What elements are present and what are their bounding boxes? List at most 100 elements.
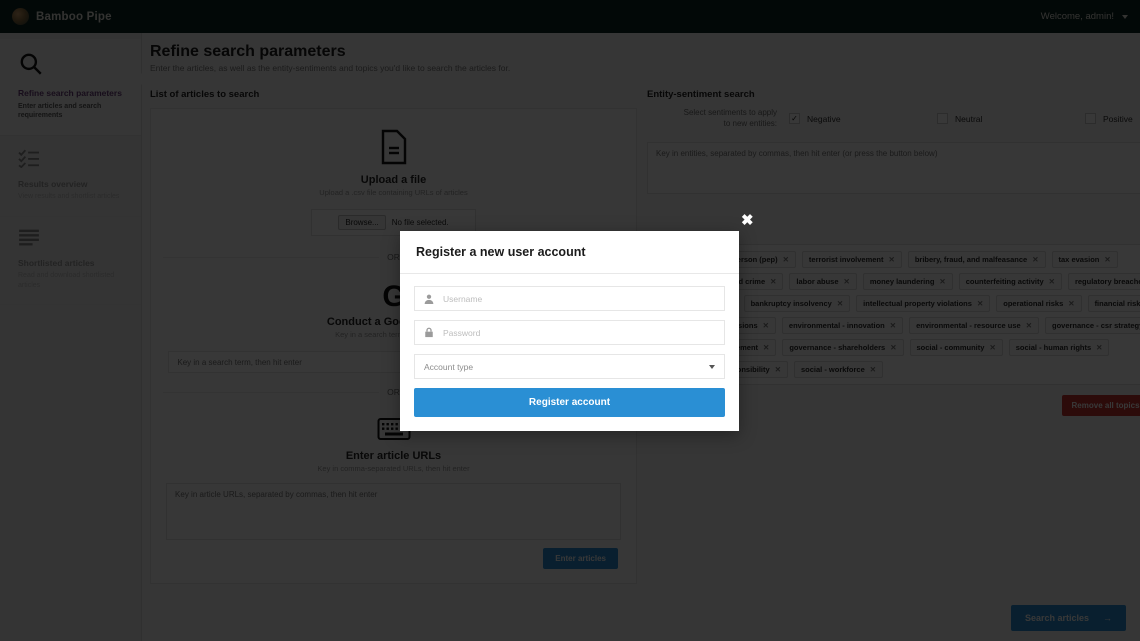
list-lines-icon [18, 229, 131, 252]
topic-tag-label: money laundering [869, 276, 935, 286]
account-type-select[interactable]: Account type [414, 354, 725, 379]
checkbox-neutral-box[interactable] [937, 113, 948, 125]
brand-name: Bamboo Pipe [36, 10, 112, 23]
remove-topic-icon[interactable]: ✕ [775, 365, 781, 374]
user-icon [424, 294, 434, 304]
enter-articles-button[interactable]: Enter articles [543, 548, 618, 569]
topic-tag[interactable]: regulatory breaches✕ [1067, 272, 1140, 290]
topic-tag-label: environmental - innovation [788, 320, 885, 330]
remove-topic-icon[interactable]: ✕ [1068, 299, 1074, 308]
top-header-bar: Bamboo Pipe Welcome, admin! [0, 0, 1140, 33]
browse-button[interactable]: Browse... [338, 215, 386, 230]
brand[interactable]: Bamboo Pipe [12, 8, 112, 25]
sentiment-instruction: Select sentiments to apply to new entiti… [647, 108, 789, 130]
sentiment-instruction-line1: Select sentiments to apply [683, 108, 777, 117]
checkbox-positive[interactable]: Positive [1085, 113, 1140, 125]
register-modal-header: Register a new user account [400, 231, 739, 274]
remove-all-topics-button[interactable]: Remove all topics [1061, 394, 1140, 416]
or-label: OR [387, 252, 400, 262]
upload-file-block[interactable]: Upload a file Upload a .csv file contain… [159, 123, 628, 238]
search-articles-button[interactable]: Search articles → [1010, 605, 1126, 631]
username-field[interactable]: Username [414, 286, 725, 311]
remove-topic-icon[interactable]: ✕ [890, 343, 896, 352]
remove-topic-icon[interactable]: ✕ [763, 321, 769, 330]
chevron-down-icon [709, 364, 715, 369]
remove-topic-icon[interactable]: ✕ [1104, 255, 1110, 264]
checkbox-negative-label: Negative [807, 113, 841, 124]
sidebar-item-shortlisted-articles[interactable]: Shortlisted articles Read and download s… [0, 217, 141, 306]
entities-textarea[interactable] [647, 141, 1140, 194]
remove-topic-icon[interactable]: ✕ [977, 299, 983, 308]
remove-topic-icon[interactable]: ✕ [890, 321, 896, 330]
sidebar-item-title: Shortlisted articles [18, 257, 95, 268]
topic-tag[interactable]: environmental - resource use ✕ [909, 316, 1039, 334]
topic-tag-label: tax evasion [1058, 254, 1100, 264]
entity-sentiment-heading: Entity-sentiment search [647, 89, 755, 100]
topic-tag[interactable]: governance - csr strategy✕ [1044, 316, 1140, 334]
sentiment-instruction-line2: to new entities: [723, 118, 777, 128]
search-articles-label: Search articles [1024, 613, 1089, 623]
topic-tag-label: social - human rights [1015, 342, 1092, 352]
topic-tag[interactable]: financial risks✕ [1087, 294, 1140, 312]
topic-tag-label: operational risks [1003, 298, 1064, 308]
remove-topic-icon[interactable]: ✕ [939, 277, 945, 286]
remove-topic-icon[interactable]: ✕ [870, 365, 876, 374]
checkbox-negative-box[interactable]: ✓ [789, 113, 800, 125]
topic-tag[interactable]: social - workforce ✕ [793, 360, 884, 378]
topic-tag[interactable]: operational risks ✕ [996, 294, 1082, 312]
topic-tag[interactable]: intellectual property violations ✕ [856, 294, 991, 312]
document-icon [159, 129, 628, 170]
remove-topic-icon[interactable]: ✕ [1032, 255, 1038, 264]
close-icon[interactable]: ✖ [741, 213, 754, 228]
sidebar-item-subtitle: Enter articles and search requirements [18, 102, 102, 120]
topic-tag[interactable]: counterfeiting activity ✕ [958, 272, 1062, 290]
topic-tag[interactable]: bribery, fraud, and malfeasance ✕ [907, 250, 1046, 268]
account-type-value: Account type [424, 361, 474, 372]
register-account-button[interactable]: Register account [414, 388, 725, 417]
topic-tag-label: social - workforce [800, 364, 865, 374]
topic-tag[interactable]: money laundering ✕ [862, 272, 953, 290]
urls-subtitle: Key in comma-separated URLs, then hit en… [317, 464, 470, 473]
remove-topic-icon[interactable]: ✕ [837, 299, 843, 308]
or-label: OR [387, 387, 400, 397]
topic-tag[interactable]: social - human rights ✕ [1008, 338, 1110, 356]
checkbox-neutral[interactable]: Neutral [937, 113, 1085, 125]
topic-tag-label: environmental - resource use [916, 320, 1021, 330]
sidebar: Refine search parameters Enter articles … [0, 33, 148, 641]
checkbox-positive-box[interactable] [1085, 113, 1096, 125]
remove-topic-icon[interactable]: ✕ [1049, 277, 1055, 286]
remove-topic-icon[interactable]: ✕ [1026, 321, 1032, 330]
password-field[interactable]: Password [414, 320, 725, 345]
magnifier-icon [18, 51, 131, 82]
topic-tag-label: regulatory breaches [1074, 276, 1140, 286]
remove-topic-icon[interactable]: ✕ [770, 277, 776, 286]
remove-topic-icon[interactable]: ✕ [844, 277, 850, 286]
user-menu[interactable]: Welcome, admin! [1041, 11, 1128, 22]
article-urls-textarea[interactable] [166, 483, 621, 540]
remove-topic-icon[interactable]: ✕ [763, 343, 769, 352]
checkbox-negative[interactable]: ✓ Negative [789, 113, 937, 125]
topic-tag[interactable]: labor abuse ✕ [789, 272, 857, 290]
checkbox-positive-label: Positive [1103, 113, 1133, 124]
topic-tag-label: social - community [916, 342, 985, 352]
urls-title: Enter article URLs [345, 450, 442, 462]
checkbox-neutral-label: Neutral [955, 113, 983, 124]
remove-topic-icon[interactable]: ✕ [783, 255, 789, 264]
topic-tag[interactable]: tax evasion ✕ [1051, 250, 1118, 268]
topic-tag[interactable]: social - community ✕ [909, 338, 1003, 356]
arrow-right-icon: → [1103, 613, 1112, 623]
sidebar-item-subtitle: Read and download shortlisted articles [18, 272, 115, 289]
remove-topic-icon[interactable]: ✕ [1096, 343, 1102, 352]
topic-tag[interactable]: bankruptcy insolvency ✕ [743, 294, 851, 312]
topic-tag[interactable]: terrorist involvement ✕ [801, 250, 902, 268]
sidebar-item-results-overview[interactable]: Results overview View results and shortl… [0, 136, 141, 217]
sidebar-item-refine-search-parameters[interactable]: Refine search parameters Enter articles … [0, 39, 148, 136]
topic-tag[interactable]: governance - shareholders ✕ [782, 338, 904, 356]
sentiment-selector: Select sentiments to apply to new entiti… [647, 108, 1140, 130]
lock-icon [424, 327, 434, 338]
topic-tag-label: labor abuse [796, 276, 839, 286]
chevron-down-icon [1122, 14, 1128, 19]
topic-tag[interactable]: environmental - innovation ✕ [781, 316, 904, 334]
remove-topic-icon[interactable]: ✕ [989, 343, 995, 352]
remove-topic-icon[interactable]: ✕ [889, 255, 895, 264]
